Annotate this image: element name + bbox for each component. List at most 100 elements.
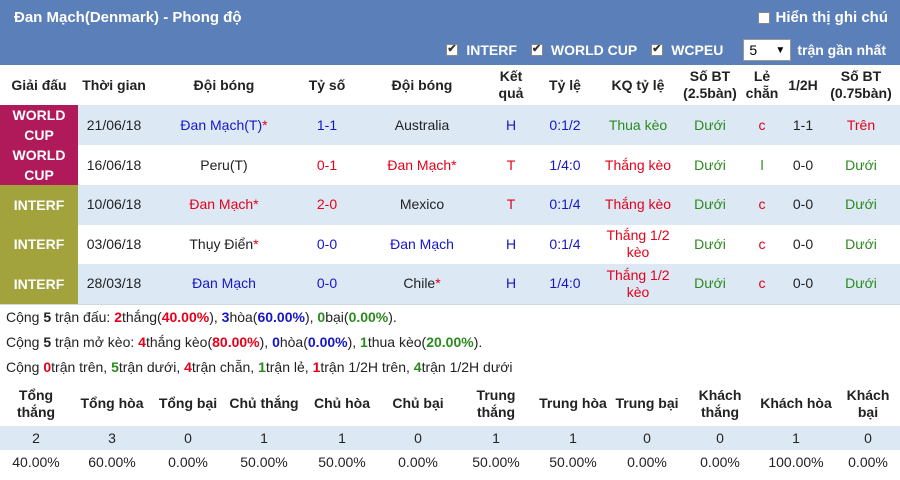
match-score[interactable]: 0-1 bbox=[298, 145, 356, 185]
summary-segment: trận dưới, bbox=[118, 358, 185, 375]
half-time-score: 0-0 bbox=[784, 145, 822, 185]
filter-worldcup-checkbox[interactable] bbox=[530, 42, 543, 56]
away-team[interactable]: Chile bbox=[403, 275, 435, 291]
stats-header: Trung bại bbox=[615, 395, 679, 411]
odd-even: c bbox=[740, 105, 784, 145]
home-team[interactable]: Đan Mạch(T) bbox=[180, 117, 262, 133]
stats-count: 2 bbox=[0, 425, 72, 450]
home-marker: * bbox=[262, 116, 268, 133]
title-bar: Đan Mạch(Denmark) - Phong độ Hiển thị gh… bbox=[0, 0, 900, 35]
match-score[interactable]: 2-0 bbox=[298, 185, 356, 225]
stats-header: Tổng hòa bbox=[80, 395, 144, 411]
summary-segment: 20.00% bbox=[426, 333, 474, 350]
stats-percent: 0.00% bbox=[398, 453, 438, 470]
home-team-cell[interactable]: Đan Mạch bbox=[150, 264, 298, 304]
home-team[interactable]: Đan Mạch bbox=[192, 275, 256, 291]
filter-interf-checkbox[interactable] bbox=[446, 42, 459, 56]
summary-segment: 5 bbox=[111, 358, 119, 375]
match-result: H bbox=[488, 105, 534, 145]
home-team-cell[interactable]: Đan Mạch(T)* bbox=[150, 105, 298, 145]
match-score[interactable]: 0-0 bbox=[298, 264, 356, 304]
match-result: H bbox=[488, 264, 534, 304]
away-team[interactable]: Mexico bbox=[400, 196, 444, 212]
table-header-row: Giải đấu Thời gian Đội bóng Tỷ số Đội bóng Kế… bbox=[0, 65, 900, 105]
stats-count: 0 bbox=[610, 425, 684, 450]
summary-segment: 0.00% bbox=[307, 333, 348, 350]
summary-segment: trận 1/2H dưới bbox=[421, 358, 513, 375]
column-header: Tỷ lệ bbox=[549, 76, 581, 93]
competition-badge[interactable]: WORLD CUP bbox=[0, 145, 78, 185]
summary-segment: ), bbox=[347, 333, 361, 350]
match-score[interactable]: 0-0 bbox=[298, 224, 356, 264]
away-team[interactable]: Đan Mạch bbox=[387, 157, 451, 173]
show-notes-toggle[interactable]: Hiển thị ghi chú bbox=[757, 9, 888, 26]
away-team-cell[interactable]: Mexico bbox=[356, 185, 488, 225]
column-header: Kết quả bbox=[498, 68, 524, 101]
stats-count: 1 bbox=[756, 425, 836, 450]
away-team-cell[interactable]: Đan Mạch* bbox=[356, 145, 488, 185]
home-marker: * bbox=[253, 235, 259, 252]
home-team-cell[interactable]: Đan Mạch* bbox=[150, 185, 298, 225]
home-team-cell[interactable]: Thụy Điển* bbox=[150, 224, 298, 264]
goals-2-5: Dưới bbox=[680, 145, 740, 185]
summary-segment: trận mở kèo: bbox=[51, 333, 139, 350]
half-time-score: 1-1 bbox=[784, 105, 822, 145]
odd-even: c bbox=[740, 224, 784, 264]
summary-segment: trận đấu: bbox=[51, 308, 115, 325]
stats-count-row: 230110110010 bbox=[0, 425, 900, 450]
away-team[interactable]: Australia bbox=[395, 117, 449, 133]
summary-segment: Cộng bbox=[6, 333, 44, 350]
home-team[interactable]: Peru(T) bbox=[200, 157, 247, 173]
summary-segment: 4 bbox=[184, 358, 192, 375]
match-score[interactable]: 1-1 bbox=[298, 105, 356, 145]
column-header: Số BT (2.5bàn) bbox=[683, 68, 737, 101]
summary-segment: hòa( bbox=[279, 333, 308, 350]
odd-even: c bbox=[740, 264, 784, 304]
stats-header: Tổng bại bbox=[158, 395, 218, 411]
away-team-cell[interactable]: Chile* bbox=[356, 264, 488, 304]
summary-segment: ), bbox=[209, 308, 222, 325]
summary-segment: trận trên, bbox=[51, 358, 112, 375]
filter-interf[interactable]: INTERF bbox=[446, 42, 517, 58]
column-header: Số BT (0.75bàn) bbox=[830, 68, 892, 101]
goals-2-5: Dưới bbox=[680, 185, 740, 225]
stats-header: Chủ hòa bbox=[314, 395, 370, 411]
filter-wcpeu[interactable]: WCPEU bbox=[651, 42, 723, 58]
odds-result: Thắng kèo bbox=[596, 185, 680, 225]
stats-header: Chủ bại bbox=[392, 395, 444, 411]
half-time-score: 0-0 bbox=[784, 224, 822, 264]
home-team[interactable]: Đan Mạch bbox=[189, 196, 253, 212]
match-date: 16/06/18 bbox=[78, 145, 150, 185]
filter-interf-label: INTERF bbox=[466, 42, 517, 58]
match-count-select[interactable]: 5 ▼ bbox=[743, 39, 792, 61]
odds-result: Thắng 1/2 kèo bbox=[596, 264, 680, 304]
competition-badge[interactable]: INTERF bbox=[0, 224, 78, 264]
filter-worldcup[interactable]: WORLD CUP bbox=[530, 42, 637, 58]
goals-0-75: Dưới bbox=[822, 185, 900, 225]
table-row: WORLD CUP 21/06/18 Đan Mạch(T)* 1-1 Australi… bbox=[0, 105, 900, 145]
stats-count: 0 bbox=[152, 425, 224, 450]
odds: 0:1/4 bbox=[534, 224, 596, 264]
show-notes-checkbox[interactable] bbox=[757, 11, 770, 24]
home-team[interactable]: Thụy Điển bbox=[189, 236, 253, 252]
odds: 0:1/2 bbox=[534, 105, 596, 145]
stats-percent: 0.00% bbox=[627, 453, 667, 470]
competition-badge[interactable]: INTERF bbox=[0, 185, 78, 225]
summary-segment: 1 bbox=[360, 333, 368, 350]
odds-result: Thắng 1/2 kèo bbox=[596, 224, 680, 264]
odds: 0:1/4 bbox=[534, 185, 596, 225]
competition-badge[interactable]: WORLD CUP bbox=[0, 105, 78, 145]
filter-wcpeu-checkbox[interactable] bbox=[651, 42, 664, 56]
home-team-cell[interactable]: Peru(T) bbox=[150, 145, 298, 185]
stats-count: 0 bbox=[684, 425, 756, 450]
stats-header: Khách thắng bbox=[698, 386, 742, 420]
match-count-value: 5 bbox=[749, 42, 758, 58]
away-team[interactable]: Đan Mạch bbox=[390, 236, 454, 252]
summary-segment: 5 bbox=[43, 308, 52, 325]
odds: 1/4:0 bbox=[534, 145, 596, 185]
away-team-cell[interactable]: Đan Mạch bbox=[356, 224, 488, 264]
summary-segment: 5 bbox=[43, 333, 52, 350]
column-header: Lẻ chẵn bbox=[745, 68, 779, 101]
away-team-cell[interactable]: Australia bbox=[356, 105, 488, 145]
competition-badge[interactable]: INTERF bbox=[0, 264, 78, 304]
